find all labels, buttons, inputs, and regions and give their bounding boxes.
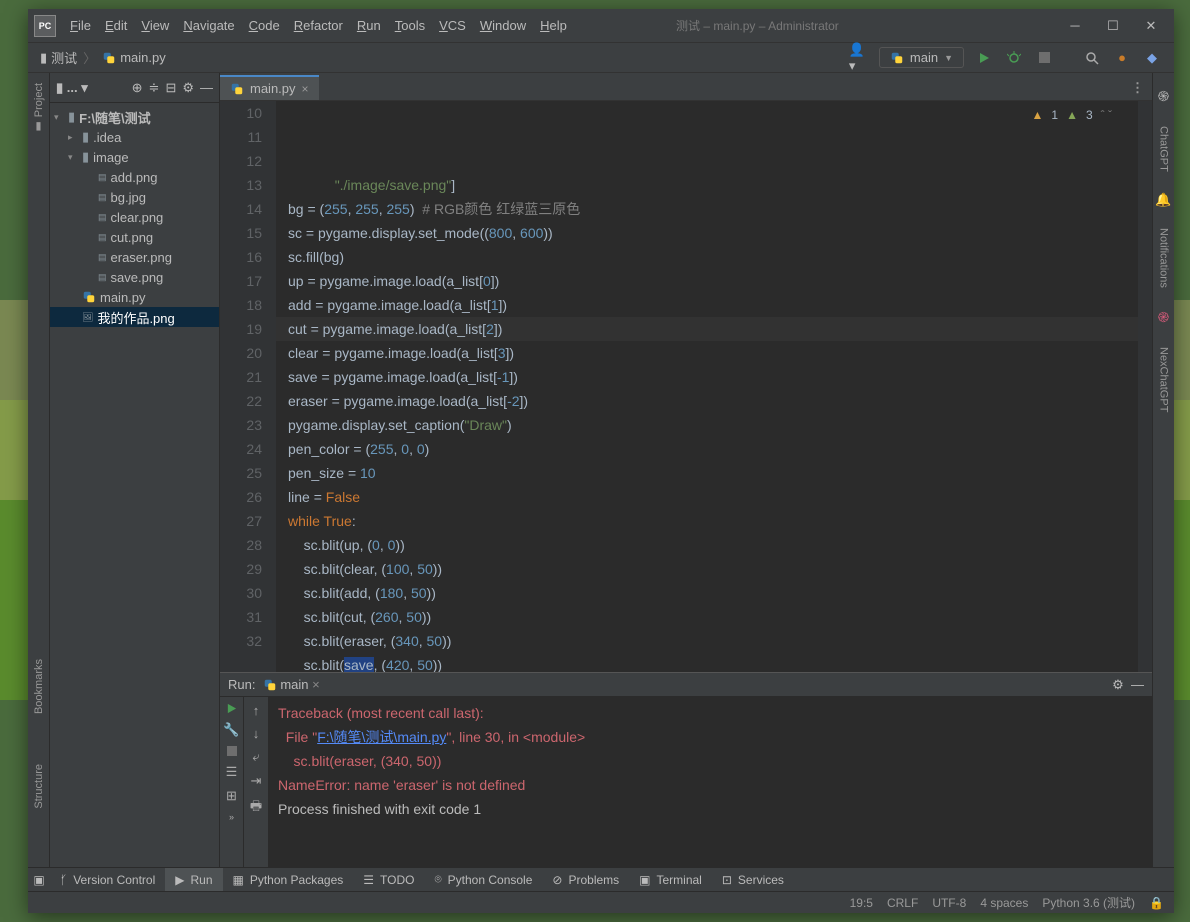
caret-position[interactable]: 19:5	[850, 896, 873, 910]
python-icon	[890, 51, 904, 65]
close-run-tab-icon[interactable]: ×	[312, 677, 320, 692]
notifications-tool-button[interactable]: 🔔	[1155, 192, 1171, 208]
tree-file[interactable]: ▤bg.jpg	[50, 187, 219, 207]
ide-window: PC File Edit View Navigate Code Refactor Run To…	[28, 9, 1174, 913]
editor-tabs: main.py × ⋮	[220, 73, 1152, 101]
menu-refactor[interactable]: Refactor	[294, 18, 343, 33]
folder-icon: ▮	[40, 50, 47, 66]
tree-root[interactable]: ▾▮F:\随笔\测试	[50, 107, 219, 127]
right-tool-rail: ֍ ChatGPT 🔔 Notifications ֎ NexChatGPT	[1152, 73, 1174, 867]
ide-updates-icon[interactable]: ◆	[1142, 48, 1162, 68]
menu-run[interactable]: Run	[357, 18, 381, 33]
navigation-bar: ▮测试 〉 main.py 👤▾ main ▼ ● ◆	[28, 43, 1174, 73]
marker-bar[interactable]	[1138, 101, 1152, 672]
tree-folder-idea[interactable]: ▸▮.idea	[50, 127, 219, 147]
up-trace-button[interactable]: ↑	[253, 703, 260, 718]
settings-sync-icon[interactable]: ●	[1112, 48, 1132, 68]
console-output[interactable]: Traceback (most recent call last): File …	[268, 697, 1152, 867]
settings-icon[interactable]: ⚙	[182, 80, 194, 96]
run-settings-icon[interactable]: ⚙	[1112, 677, 1124, 693]
menu-navigate[interactable]: Navigate	[183, 18, 234, 33]
tree-file-main[interactable]: main.py	[50, 287, 219, 307]
window-title: 测试 – main.py – Administrator	[447, 17, 1068, 34]
tree-file[interactable]: ▤add.png	[50, 167, 219, 187]
run-config-selector[interactable]: main ▼	[879, 47, 964, 68]
python-icon	[102, 51, 116, 65]
project-tree[interactable]: ▾▮F:\随笔\测试 ▸▮.idea ▾▮image ▤add.png▤bg.j…	[50, 103, 219, 867]
chatgpt-tool-button[interactable]: ֍	[1158, 87, 1169, 106]
bottom-tab-python-console[interactable]: ⌾Python Console	[424, 868, 542, 891]
lock-icon[interactable]: 🔒	[1149, 896, 1164, 910]
down-trace-button[interactable]: ↓	[253, 726, 260, 741]
maximize-button[interactable]: ☐	[1106, 19, 1120, 33]
print-button[interactable]: 🖶	[250, 797, 262, 819]
menu-file[interactable]: File	[70, 18, 91, 33]
tree-folder-image[interactable]: ▾▮image	[50, 147, 219, 167]
hide-run-icon[interactable]: —	[1131, 677, 1144, 692]
expand-all-icon[interactable]: ≑	[149, 80, 160, 96]
tree-file-artwork[interactable]: 🖼我的作品.png	[50, 307, 219, 327]
indent-info[interactable]: 4 spaces	[980, 896, 1028, 910]
stop-process-button[interactable]	[227, 746, 237, 756]
editor-tab-main[interactable]: main.py ×	[220, 75, 319, 100]
line-separator[interactable]: CRLF	[887, 896, 918, 910]
bookmarks-tool-button[interactable]: Bookmarks	[33, 659, 45, 714]
hide-panel-icon[interactable]: —	[200, 80, 213, 95]
tabs-more-icon[interactable]: ⋮	[1123, 76, 1152, 100]
app-icon: PC	[34, 15, 56, 37]
status-bar: 19:5 CRLF UTF-8 4 spaces Python 3.6 (测试)…	[28, 891, 1174, 913]
close-button[interactable]: ✕	[1144, 19, 1158, 33]
bottom-tab-version-control[interactable]: ᚶVersion Control	[50, 868, 165, 891]
run-settings-button[interactable]: 🔧	[223, 722, 239, 738]
bottom-tab-terminal[interactable]: ▣Terminal	[629, 868, 712, 891]
run-tool-window: Run: main × ⚙ — 🔧 ☰ ⊞ »	[220, 672, 1152, 867]
menu-code[interactable]: Code	[249, 18, 280, 33]
python-icon	[263, 678, 277, 692]
tool-windows-icon[interactable]: ▣	[28, 873, 50, 887]
menu-tools[interactable]: Tools	[395, 18, 425, 33]
breadcrumb[interactable]: ▮测试 〉 main.py	[40, 48, 166, 67]
select-opened-file-icon[interactable]: ⊕	[132, 80, 143, 96]
project-view-selector[interactable]: ▮ ... ▾	[56, 80, 88, 96]
bottom-tab-problems[interactable]: ⊘Problems	[542, 868, 629, 891]
menu-edit[interactable]: Edit	[105, 18, 127, 33]
python-icon	[230, 82, 244, 96]
bottom-tab-todo[interactable]: ☰TODO	[353, 868, 424, 891]
nexchatgpt-tool-button[interactable]: ֎	[1158, 308, 1169, 327]
bottom-tab-python-packages[interactable]: ▦Python Packages	[223, 868, 354, 891]
minimize-button[interactable]: ─	[1068, 19, 1082, 33]
code-editor[interactable]: 1011121314151617181920212223242526272829…	[220, 101, 1152, 672]
bottom-tab-services[interactable]: ⊡Services	[712, 868, 794, 891]
bottom-tab-run[interactable]: ▶Run	[165, 868, 222, 891]
collapse-all-icon[interactable]: ⊟	[165, 80, 176, 96]
bottom-tool-bar: ▣ ᚶVersion Control▶Run▦Python Packages☰T…	[28, 867, 1174, 891]
tree-file[interactable]: ▤clear.png	[50, 207, 219, 227]
dump-threads-button[interactable]: ☰	[226, 764, 238, 780]
titlebar: PC File Edit View Navigate Code Refactor Run To…	[28, 9, 1174, 43]
file-encoding[interactable]: UTF-8	[932, 896, 966, 910]
layout-button[interactable]: ⊞	[226, 788, 237, 804]
scroll-end-button[interactable]: ⇥	[251, 773, 262, 789]
tree-file[interactable]: ▤save.png	[50, 267, 219, 287]
tree-file[interactable]: ▤cut.png	[50, 227, 219, 247]
more-button[interactable]: »	[229, 812, 234, 822]
project-panel: ▮ ... ▾ ⊕ ≑ ⊟ ⚙ — ▾▮F:\随笔\测试 ▸▮.idea ▾▮i…	[50, 73, 220, 867]
user-icon[interactable]: 👤▾	[849, 48, 869, 68]
interpreter-info[interactable]: Python 3.6 (测试)	[1042, 894, 1135, 911]
run-button[interactable]	[974, 48, 994, 68]
rerun-button[interactable]	[226, 703, 237, 714]
inspections-widget[interactable]: ▲1 ▲3 ˆ ˇ	[1032, 103, 1112, 127]
stop-button[interactable]	[1034, 48, 1054, 68]
structure-tool-button[interactable]: Structure	[33, 764, 45, 809]
close-tab-icon[interactable]: ×	[302, 82, 309, 96]
menu-view[interactable]: View	[141, 18, 169, 33]
debug-button[interactable]	[1004, 48, 1024, 68]
search-everywhere-button[interactable]	[1082, 48, 1102, 68]
left-tool-rail: ▮ Project Bookmarks Structure	[28, 73, 50, 867]
tree-file[interactable]: ▤eraser.png	[50, 247, 219, 267]
soft-wrap-button[interactable]: ⤶	[252, 749, 259, 765]
project-tool-button[interactable]: ▮ Project	[32, 83, 45, 133]
